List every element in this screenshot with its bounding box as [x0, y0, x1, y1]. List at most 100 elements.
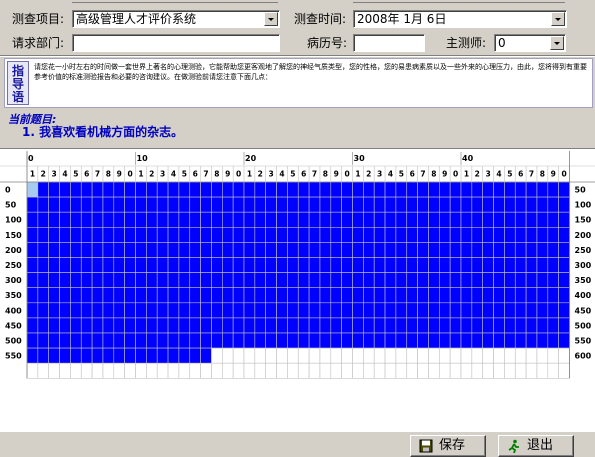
- answer-cell: [167, 287, 180, 304]
- answer-cell: [493, 196, 505, 213]
- answer-cell: [384, 302, 397, 319]
- answer-cell: [363, 181, 375, 198]
- chevron-down-icon[interactable]: [551, 12, 565, 26]
- answer-cell: [319, 211, 332, 228]
- answer-cell: [363, 347, 375, 364]
- answer-cell: [330, 287, 342, 304]
- project-select[interactable]: 高级管理人才评价系统: [72, 10, 280, 28]
- answer-cell: [428, 196, 440, 213]
- answer-cell: [113, 196, 125, 213]
- answer-cell: [352, 242, 364, 258]
- answer-cell: [297, 272, 310, 288]
- answer-cell: [395, 272, 408, 288]
- record-field[interactable]: [353, 34, 425, 52]
- answer-cell: [276, 332, 288, 349]
- exit-button[interactable]: 退出: [498, 435, 574, 457]
- answer-cell: [417, 332, 429, 349]
- answer-cell: [48, 196, 60, 213]
- answer-cell: [146, 211, 158, 228]
- answer-cell: [91, 242, 104, 258]
- answer-cell: [493, 317, 505, 334]
- row-label-left: 500: [5, 337, 22, 346]
- column-digit-label: 5: [507, 170, 512, 179]
- answer-cell: [547, 227, 559, 243]
- dept-field[interactable]: [72, 34, 280, 52]
- answer-cell: [200, 227, 212, 243]
- answer-cell: [341, 332, 353, 349]
- project-label: 测查项目:: [12, 12, 65, 26]
- save-button[interactable]: 保存: [410, 435, 486, 457]
- answer-cell: [178, 317, 191, 334]
- answer-cell: [178, 227, 191, 243]
- time-picker[interactable]: 2008年 1月 6日: [353, 10, 567, 28]
- answer-cell: [428, 181, 440, 198]
- answer-cell: [200, 211, 212, 228]
- answer-cell: [287, 317, 299, 334]
- column-digit-label: 3: [377, 170, 382, 179]
- running-person-icon: [507, 439, 521, 454]
- answer-cell: [178, 347, 191, 364]
- answer-cell: [167, 302, 180, 319]
- row-label-right: 50: [575, 186, 587, 195]
- answer-cell: [525, 181, 538, 198]
- answer-cell: [102, 332, 115, 349]
- answer-cell: [178, 287, 191, 304]
- answer-cell: [297, 257, 310, 273]
- answer-cell: [525, 257, 538, 273]
- answer-cell: [341, 272, 353, 288]
- answer-cell: [341, 181, 353, 198]
- row-label-right: 600: [575, 352, 592, 361]
- answer-cell: [547, 332, 559, 349]
- chevron-down-icon[interactable]: [264, 12, 278, 26]
- row-label-right: 150: [575, 216, 592, 225]
- column-digit-label: 8: [431, 170, 436, 179]
- answer-cell: [26, 287, 39, 304]
- answer-cell: [308, 227, 321, 243]
- column-digit-label: 1: [30, 170, 35, 179]
- answer-cell: [536, 272, 549, 288]
- answer-cell: [373, 347, 386, 364]
- answer-cell: [395, 317, 408, 334]
- answer-cell: [113, 347, 125, 364]
- answer-cell: [124, 227, 136, 243]
- answer-cell: [48, 242, 60, 258]
- answer-cell: [417, 242, 429, 258]
- answer-cell: [48, 317, 60, 334]
- answer-cell: [373, 227, 386, 243]
- answer-cell: [428, 272, 440, 288]
- answer-cell: [319, 181, 332, 198]
- answer-cell: [146, 287, 158, 304]
- answer-cell: [26, 181, 39, 198]
- answer-cell: [124, 287, 136, 304]
- dept-label: 请求部门:: [12, 36, 65, 50]
- column-digit-label: 6: [410, 170, 415, 179]
- answer-cell: [547, 272, 559, 288]
- answer-cell: [406, 332, 418, 349]
- answer-cell: [341, 287, 353, 304]
- answer-cell: [124, 211, 136, 228]
- row-label-right: 550: [575, 337, 592, 346]
- answer-cell: [265, 287, 277, 304]
- answer-cell: [428, 242, 440, 258]
- chevron-down-icon[interactable]: [550, 36, 564, 50]
- answer-cell: [113, 257, 125, 273]
- answer-cell: [471, 302, 484, 319]
- answer-cell: [395, 287, 408, 304]
- answer-cell: [211, 287, 223, 304]
- answer-cell: [222, 196, 234, 213]
- answer-cell: [525, 332, 538, 349]
- answer-cell: [449, 257, 462, 273]
- answer-grid[interactable]: 0 10 20 30 40 1 2 3 4 5 6 7 8 9 0 1 2 3 4 5 6 7 8 9 0 1 2 3 4 5 6 7 8 9 0 1…: [0, 148, 595, 432]
- answer-cell: [341, 302, 353, 319]
- tester-select[interactable]: 0: [494, 34, 566, 52]
- answer-cell: [536, 332, 549, 349]
- answer-cell: [449, 287, 462, 304]
- answer-cell: [37, 347, 49, 364]
- answer-cell: [26, 211, 39, 228]
- answer-cell: [352, 211, 364, 228]
- answer-cell: [222, 347, 234, 364]
- answer-cell: [547, 211, 559, 228]
- answer-cell: [558, 302, 570, 319]
- answer-cell: [48, 287, 60, 304]
- answer-cell: [417, 302, 429, 319]
